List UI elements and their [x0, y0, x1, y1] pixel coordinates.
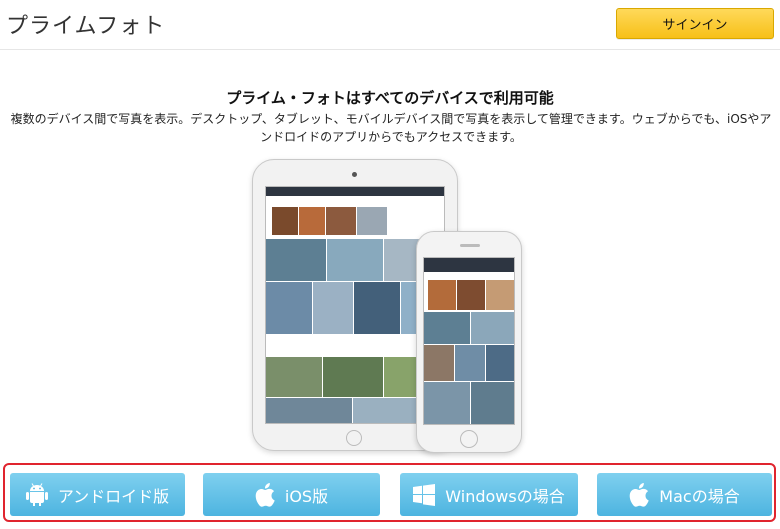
windows-download-button[interactable]: Windowsの場合: [400, 473, 578, 516]
apple-icon: [255, 482, 275, 507]
windows-button-label: Windowsの場合: [445, 486, 565, 506]
android-button-label: アンドロイド版: [57, 486, 170, 506]
android-download-button[interactable]: アンドロイド版: [10, 473, 185, 516]
apple-icon: [629, 482, 649, 507]
phone-image: [416, 231, 522, 453]
platform-download-section: アンドロイド版 iOS版 Windowsの場合 Macの場合: [3, 463, 776, 522]
android-icon: [25, 482, 48, 507]
brand-title: プライムフォト: [6, 14, 166, 39]
page-headline: プライム・フォトはすべてのデバイスで利用可能: [226, 89, 554, 107]
device-illustration: [240, 155, 540, 455]
windows-icon: [413, 483, 436, 506]
mac-button-label: Macの場合: [659, 486, 740, 506]
signin-button[interactable]: サインイン: [616, 8, 774, 39]
page-description: 複数のデバイス間で写真を表示。デスクトップ、タブレット、モバイルデバイス間で写真…: [10, 112, 772, 144]
header: プライムフォト サインイン: [0, 0, 780, 50]
ios-button-label: iOS版: [284, 486, 329, 506]
ios-download-button[interactable]: iOS版: [203, 473, 380, 516]
phone-photo-grid: [423, 257, 515, 425]
mac-download-button[interactable]: Macの場合: [597, 473, 772, 516]
